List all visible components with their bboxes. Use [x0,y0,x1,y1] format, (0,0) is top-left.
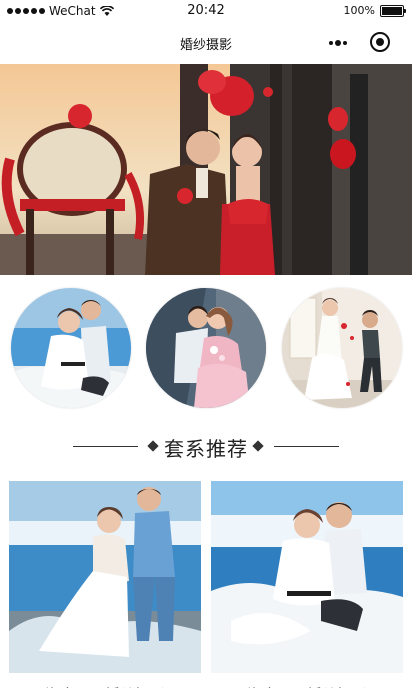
close-capsule-icon[interactable] [370,32,390,52]
section-title: 套系推荐 [164,437,248,461]
section-heading: 套系推荐 [0,428,412,464]
diamond-icon [252,440,264,452]
page-title: 婚纱摄影 [179,38,232,53]
hero-banner-image[interactable] [0,64,412,275]
gallery-thumb-pink-dress[interactable] [146,288,266,408]
gallery-thumb-studio[interactable] [282,288,402,408]
package-card-caption[interactable]: 海南三亚婚纱摄影 [211,680,403,688]
divider-line-right [274,446,339,447]
status-right: 100% [343,4,406,17]
battery-icon [380,4,406,17]
package-card-caption[interactable]: 海南三亚婚纱摄影 [9,680,201,688]
package-card-image[interactable] [211,481,403,673]
package-card-image[interactable] [9,481,201,673]
divider-line-left [73,446,138,447]
more-menu-icon[interactable] [326,35,350,51]
status-bar: WeChat 20:42 100% [0,0,412,22]
nav-bar: 婚纱摄影 [0,22,412,64]
gallery-thumb-beach[interactable] [11,288,131,408]
battery-percent: 100% [343,4,375,17]
diamond-icon [147,440,159,452]
